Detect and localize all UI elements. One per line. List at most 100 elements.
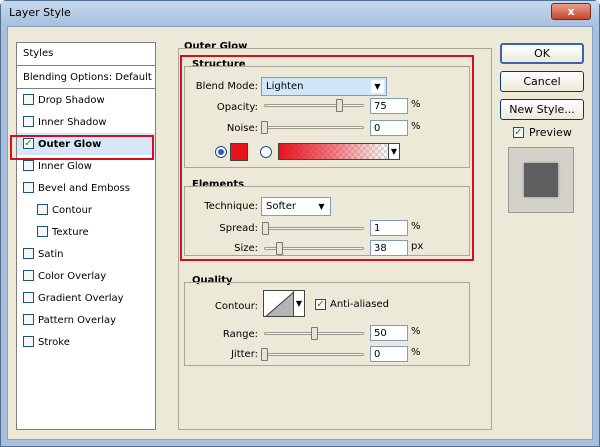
style-checkbox[interactable]: [23, 248, 34, 259]
size-slider[interactable]: [264, 242, 364, 255]
jitter-slider[interactable]: [261, 348, 364, 361]
gradient-radio[interactable]: [260, 146, 272, 158]
style-checkbox[interactable]: [37, 204, 48, 215]
jitter-slider-thumb[interactable]: [261, 348, 268, 361]
glow-gradient-picker[interactable]: [278, 143, 390, 160]
chevron-down-icon: ▼: [371, 80, 384, 93]
ok-button[interactable]: OK: [500, 43, 584, 64]
style-item-texture[interactable]: Texture: [17, 221, 155, 243]
jitter-label: Jitter:: [230, 349, 258, 360]
style-checkbox[interactable]: [23, 314, 34, 325]
size-input[interactable]: 38: [370, 240, 408, 256]
blend-mode-label: Blend Mode:: [195, 81, 258, 92]
style-item-gradient-overlay[interactable]: Gradient Overlay: [17, 287, 155, 309]
style-item-satin[interactable]: Satin: [17, 243, 155, 265]
style-item-label: Stroke: [38, 337, 70, 348]
blending-options-item[interactable]: Blending Options: Default: [17, 66, 155, 89]
contour-curve-icon: [265, 292, 293, 316]
style-checkbox[interactable]: [37, 226, 48, 237]
style-checkbox[interactable]: [23, 270, 34, 281]
size-slider-thumb[interactable]: [276, 242, 283, 255]
style-checkbox[interactable]: [23, 160, 34, 171]
styles-header[interactable]: Styles: [17, 43, 155, 66]
style-item-label: Contour: [52, 205, 92, 216]
technique-label: Technique:: [204, 201, 258, 212]
range-label: Range:: [222, 329, 258, 340]
blend-mode-value: Lighten: [266, 81, 304, 92]
styles-list: Styles Blending Options: Default Drop Sh…: [16, 42, 156, 430]
spread-slider[interactable]: [262, 222, 364, 235]
jitter-input[interactable]: 0: [370, 346, 408, 362]
noise-slider-thumb[interactable]: [261, 121, 268, 134]
glow-color-swatch[interactable]: [230, 143, 248, 161]
style-item-pattern-overlay[interactable]: Pattern Overlay: [17, 309, 155, 331]
style-item-drop-shadow[interactable]: Drop Shadow: [17, 89, 155, 111]
spread-input[interactable]: 1: [370, 220, 408, 236]
blend-mode-select[interactable]: Lighten ▼: [261, 77, 387, 96]
style-item-stroke[interactable]: Stroke: [17, 331, 155, 353]
title-bar[interactable]: Layer Style x: [1, 1, 599, 25]
contour-label: Contour:: [214, 301, 258, 312]
range-slider-thumb[interactable]: [311, 327, 318, 340]
style-item-label: Texture: [52, 227, 89, 238]
chevron-down-icon: ▼: [315, 200, 328, 213]
contour-picker[interactable]: [263, 290, 294, 317]
style-item-contour[interactable]: Contour: [17, 199, 155, 221]
style-item-label: Inner Shadow: [38, 117, 107, 128]
spread-label: Spread:: [219, 223, 258, 234]
technique-select[interactable]: Softer ▼: [261, 197, 331, 216]
close-icon: x: [567, 5, 575, 18]
opacity-input[interactable]: 75: [370, 98, 408, 114]
style-item-inner-shadow[interactable]: Inner Shadow: [17, 111, 155, 133]
style-items: Drop ShadowInner ShadowOuter GlowInner G…: [17, 89, 155, 353]
layer-style-window: Layer Style x Styles Blending Options: D…: [0, 0, 600, 447]
contour-dropdown[interactable]: ▼: [293, 290, 305, 317]
anti-aliased-checkbox[interactable]: [315, 299, 326, 310]
style-checkbox[interactable]: [23, 336, 34, 347]
new-style-button[interactable]: New Style...: [500, 99, 584, 120]
style-item-label: Inner Glow: [38, 161, 92, 172]
size-unit: px: [411, 241, 424, 252]
range-input[interactable]: 50: [370, 325, 408, 341]
size-label: Size:: [234, 243, 258, 254]
style-checkbox[interactable]: [23, 182, 34, 193]
jitter-unit: %: [411, 347, 421, 358]
style-item-label: Drop Shadow: [38, 95, 105, 106]
chevron-down-icon: ▼: [295, 299, 303, 308]
close-button[interactable]: x: [551, 3, 591, 20]
style-item-label: Bevel and Emboss: [38, 183, 130, 194]
spread-slider-thumb[interactable]: [262, 222, 269, 235]
solid-color-radio[interactable]: [215, 146, 227, 158]
technique-value: Softer: [266, 201, 296, 212]
style-item-label: Gradient Overlay: [38, 293, 124, 304]
gradient-dropdown[interactable]: ▼: [388, 143, 400, 160]
noise-label: Noise:: [226, 123, 258, 134]
noise-slider[interactable]: [261, 121, 364, 134]
style-item-label: Pattern Overlay: [38, 315, 117, 326]
preview-label: Preview: [529, 126, 572, 139]
opacity-label: Opacity:: [216, 102, 258, 113]
opacity-unit: %: [411, 99, 421, 110]
selected-style-highlight: [10, 135, 154, 160]
style-item-bevel-and-emboss[interactable]: Bevel and Emboss: [17, 177, 155, 199]
style-item-label: Color Overlay: [38, 271, 107, 282]
style-checkbox[interactable]: [23, 292, 34, 303]
anti-aliased-label: Anti-aliased: [330, 299, 390, 310]
noise-unit: %: [411, 121, 421, 132]
spread-unit: %: [411, 221, 421, 232]
range-slider[interactable]: [264, 327, 364, 340]
style-item-color-overlay[interactable]: Color Overlay: [17, 265, 155, 287]
style-checkbox[interactable]: [23, 116, 34, 127]
dialog-client: Styles Blending Options: Default Drop Sh…: [7, 26, 593, 440]
style-item-label: Satin: [38, 249, 64, 260]
noise-input[interactable]: 0: [370, 120, 408, 136]
preview-square: [524, 163, 558, 197]
range-unit: %: [411, 326, 421, 337]
preview-checkbox[interactable]: [513, 127, 524, 138]
opacity-slider[interactable]: [264, 99, 364, 112]
preview-thumbnail: [508, 147, 574, 213]
cancel-button[interactable]: Cancel: [500, 71, 584, 92]
style-checkbox[interactable]: [23, 94, 34, 105]
opacity-slider-thumb[interactable]: [336, 99, 343, 112]
window-title: Layer Style: [9, 6, 71, 19]
